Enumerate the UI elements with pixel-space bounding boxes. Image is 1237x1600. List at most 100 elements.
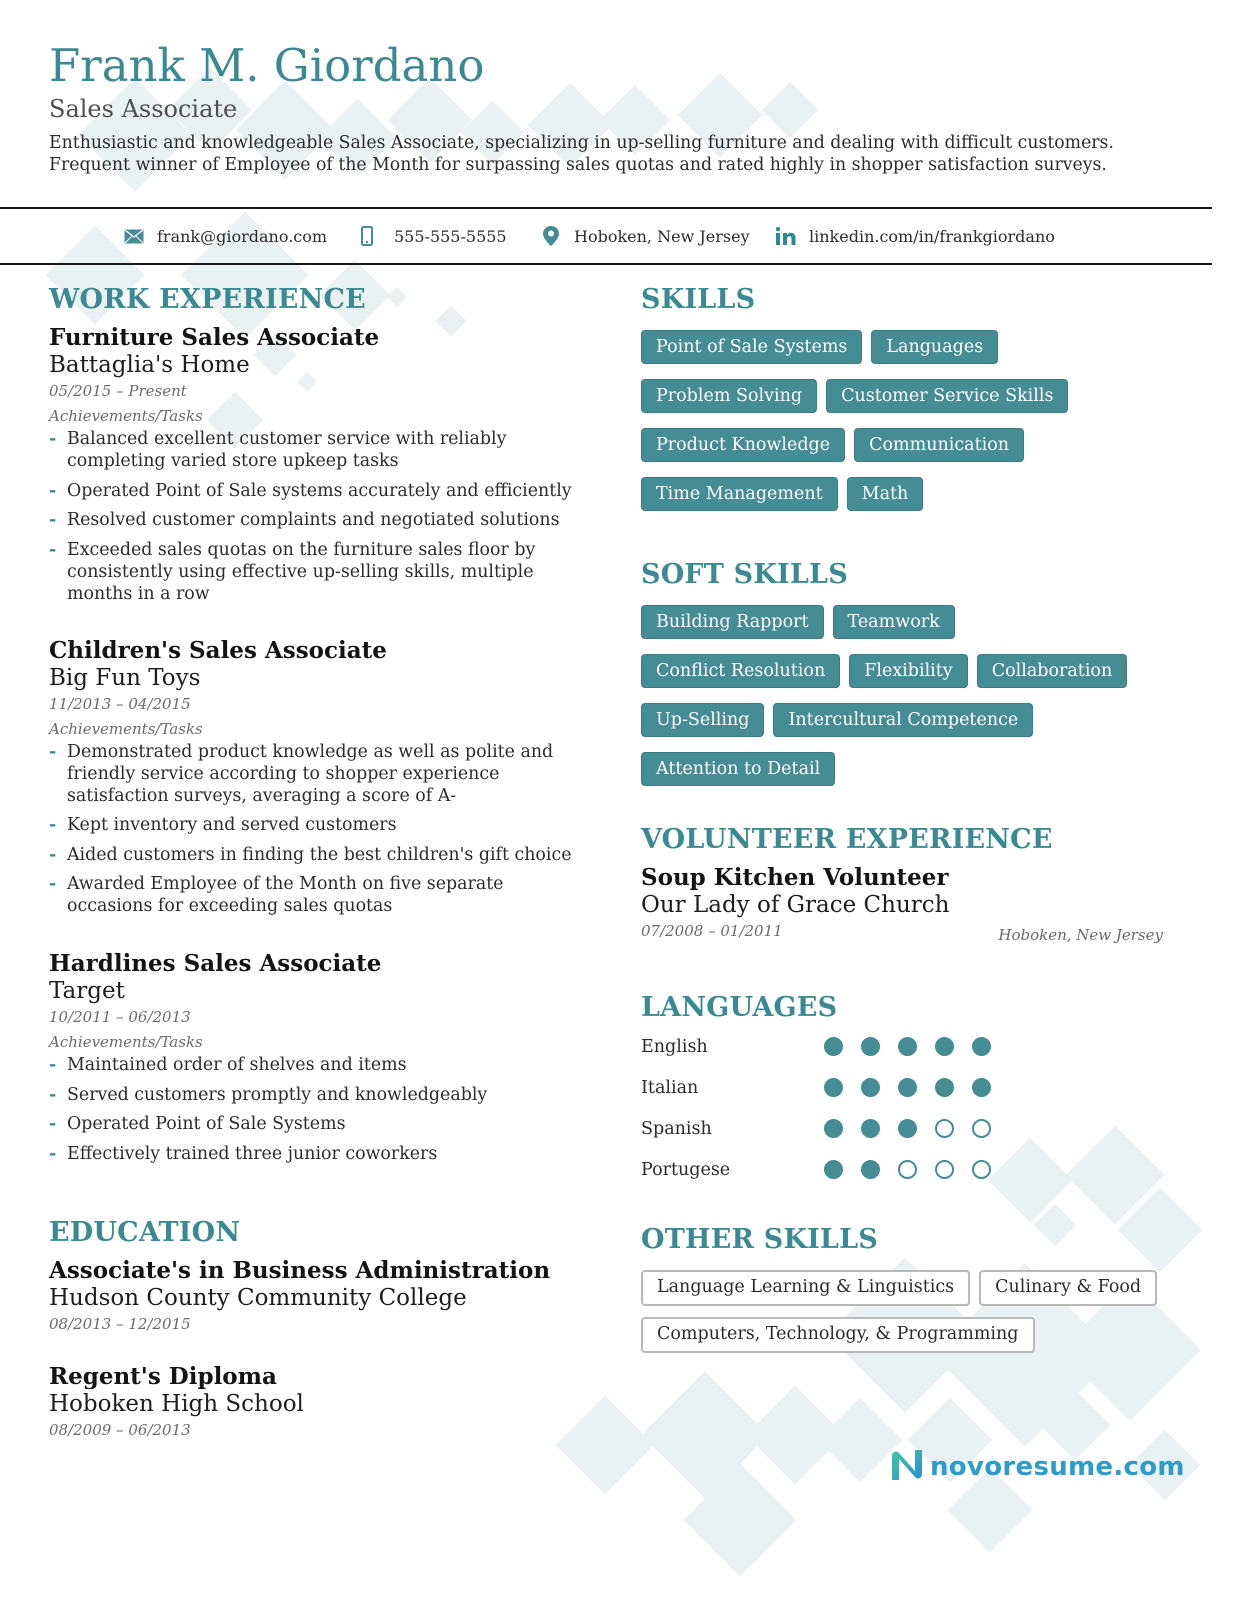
location-text: Hoboken, New Jersey [574, 226, 750, 246]
envelope-icon [123, 226, 145, 246]
soft-skill-tag: Collaboration [976, 654, 1128, 688]
volunteer-role: Soup Kitchen Volunteer [641, 864, 949, 891]
language-name: English [641, 1036, 708, 1057]
contact-linkedin[interactable]: linkedin.com/in/frankgiordano [775, 226, 1055, 246]
filled-dot-icon [861, 1160, 880, 1179]
novoresume-brand[interactable]: novoresume.com [890, 1450, 1185, 1484]
dash-bullet-icon: - [49, 1055, 57, 1075]
bullet-text: Awarded Employee of the Month on five se… [67, 874, 504, 916]
proficiency-dots [824, 1160, 991, 1179]
bullet-text: Maintained order of shelves and items [67, 1055, 407, 1075]
contact-phone[interactable]: 555-555-5555 [360, 226, 507, 246]
phone-icon [360, 226, 374, 246]
proficiency-dots [824, 1078, 991, 1097]
email-text: frank@giordano.com [157, 226, 328, 246]
company-name: Target [49, 978, 125, 1004]
filled-dot-icon [824, 1037, 843, 1056]
skills-tag-list: Point of Sale Systems Languages Problem … [641, 330, 1081, 511]
section-title-other-skills: OTHER SKILLS [641, 1224, 879, 1255]
filled-dot-icon [861, 1119, 880, 1138]
job-title: Hardlines Sales Associate [49, 950, 382, 977]
list-item: - Resolved customer complaints and negoti… [49, 509, 589, 531]
other-skill-tag: Culinary & Food [979, 1270, 1158, 1306]
dash-bullet-icon: - [49, 510, 57, 530]
list-item: - Exceeded sales quotas on the furniture … [49, 539, 589, 605]
left-column: WORK EXPERIENCE Furniture Sales Associat… [49, 282, 589, 1443]
job-entry: Hardlines Sales Associate Target 10/2011… [49, 950, 589, 1165]
resume-header: Frank M. Giordano Sales Associate Enthus… [49, 38, 1199, 176]
soft-skill-tag: Teamwork [832, 605, 955, 639]
filled-dot-icon [935, 1037, 954, 1056]
linkedin-icon [775, 226, 797, 246]
soft-skill-tag: Up-Selling [641, 703, 765, 737]
skill-tag: Customer Service Skills [826, 379, 1069, 413]
bullet-text: Operated Point of Sale systems accuratel… [67, 480, 572, 501]
degree: Regent's Diploma [49, 1362, 277, 1390]
section-title-education: EDUCATION [49, 1216, 241, 1248]
job-entry: Children's Sales Associate Big Fun Toys … [49, 637, 589, 918]
achievements-label: Achievements/Tasks [49, 407, 203, 425]
achievements-list: - Maintained order of shelves and items -… [49, 1054, 589, 1165]
school-name: Hoboken High School [49, 1390, 304, 1417]
skill-tag: Point of Sale Systems [641, 330, 863, 364]
dash-bullet-icon: - [49, 815, 57, 835]
job-dates: 05/2015 – Present [49, 382, 187, 400]
bullet-text: Resolved customer complaints and negotia… [67, 510, 560, 530]
soft-skill-tag: Intercultural Competence [773, 703, 1034, 737]
list-item: - Demonstrated product knowledge as well … [49, 741, 589, 807]
list-item: - Maintained order of shelves and items [49, 1054, 589, 1076]
list-item: - Operated Point of Sale systems accurate… [49, 480, 589, 502]
empty-dot-icon [935, 1119, 954, 1138]
dash-bullet-icon: - [49, 429, 57, 449]
contact-email[interactable]: frank@giordano.com [123, 226, 327, 246]
bullet-text: Exceeded sales quotas on the furniture s… [67, 539, 536, 604]
bullet-text: Demonstrated product knowledge as well a… [67, 741, 554, 806]
education-entry: Regent's Diploma Hoboken High School 08/… [49, 1363, 589, 1443]
company-name: Battaglia's Home [49, 352, 250, 378]
filled-dot-icon [935, 1078, 954, 1097]
skill-tag: Communication [854, 428, 1025, 462]
filled-dot-icon [824, 1078, 843, 1097]
soft-skill-tag: Attention to Detail [641, 752, 836, 786]
achievements-list: - Demonstrated product knowledge as well … [49, 741, 589, 918]
map-pin-icon [540, 226, 562, 246]
summary-line: Frequent winner of Employee of the Month… [49, 155, 1107, 175]
work-experience-section: WORK EXPERIENCE Furniture Sales Associat… [49, 282, 589, 1165]
soft-skill-tag: Building Rapport [641, 605, 824, 639]
filled-dot-icon [861, 1037, 880, 1056]
list-item: - Served customers promptly and knowledge… [49, 1084, 589, 1106]
proficiency-dots [824, 1037, 991, 1056]
list-item: - Aided customers in finding the best chi… [49, 844, 589, 866]
contact-location: Hoboken, New Jersey [540, 226, 750, 246]
bullet-text: Aided customers in finding the best chil… [67, 844, 572, 865]
phone-text: 555-555-5555 [394, 226, 507, 246]
dash-bullet-icon: - [49, 1084, 57, 1105]
other-skill-tag: Computers, Technology, & Programming [641, 1317, 1035, 1353]
section-title-volunteer: VOLUNTEER EXPERIENCE [641, 824, 1053, 855]
job-title: Children's Sales Associate [49, 636, 387, 664]
other-skills-section: OTHER SKILLS Language Learning & Linguis… [641, 1222, 1181, 1353]
empty-dot-icon [935, 1160, 954, 1179]
language-row: Spanish [641, 1108, 1181, 1149]
language-name: Italian [641, 1077, 699, 1098]
section-title-work-experience: WORK EXPERIENCE [49, 284, 366, 315]
languages-list: English Italian Spanish Portugese [641, 1026, 1181, 1190]
empty-dot-icon [972, 1160, 991, 1179]
bullet-text: Effectively trained three junior coworke… [67, 1143, 438, 1164]
candidate-role: Sales Associate [49, 95, 238, 123]
summary: Enthusiastic and knowledgeable Sales Ass… [49, 132, 1199, 176]
job-dates: 11/2013 – 04/2015 [49, 694, 191, 713]
skill-tag: Math [846, 477, 924, 511]
soft-skills-section: SOFT SKILLS Building Rapport Teamwork Co… [641, 557, 1181, 786]
soft-skill-tag: Conflict Resolution [641, 654, 841, 688]
filled-dot-icon [972, 1037, 991, 1056]
list-item: - Effectively trained three junior cowork… [49, 1143, 589, 1165]
list-item: - Awarded Employee of the Month on five s… [49, 873, 589, 917]
degree: Associate's in Business Administration [49, 1256, 551, 1284]
achievements-list: - Balanced excellent customer service wit… [49, 428, 589, 605]
section-title-languages: LANGUAGES [641, 992, 838, 1023]
skills-section: SKILLS Point of Sale Systems Languages P… [641, 282, 1181, 511]
skill-tag: Product Knowledge [641, 428, 846, 462]
education-entry: Associate's in Business Administration H… [49, 1257, 589, 1337]
dash-bullet-icon: - [49, 844, 57, 865]
